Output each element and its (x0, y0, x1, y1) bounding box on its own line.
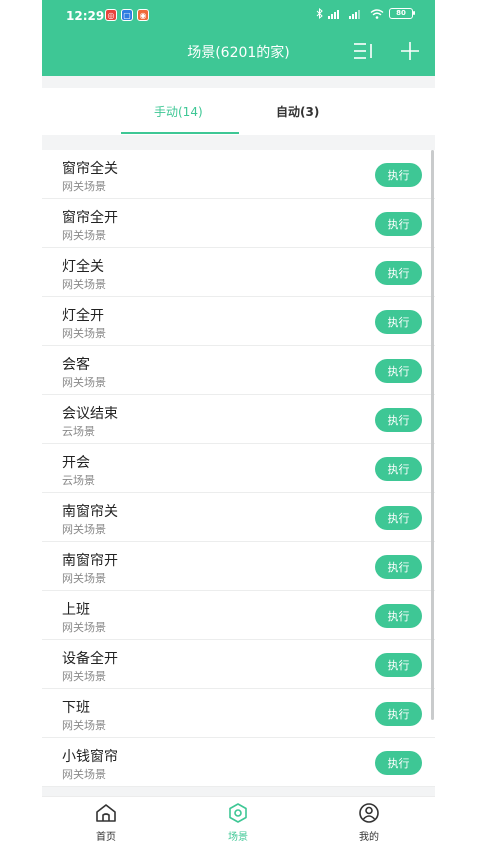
scene-row[interactable]: 灯全关网关场景 执行 (42, 248, 435, 297)
execute-button[interactable]: 执行 (375, 310, 422, 334)
execute-button[interactable]: 执行 (375, 751, 422, 775)
scene-row[interactable]: 会客网关场景 执行 (42, 346, 435, 395)
page-title: 场景(6201的家) (187, 45, 290, 61)
scene-name: 小钱窗帘 (62, 749, 118, 765)
scene-row[interactable]: 下班网关场景 执行 (42, 689, 435, 738)
signal-icon (349, 9, 360, 19)
scene-type: 云场景 (62, 425, 95, 438)
battery-icon: 80 (389, 8, 415, 19)
scene-type: 网关场景 (62, 523, 106, 536)
nav-scene[interactable]: 场景 (208, 803, 268, 843)
scene-row[interactable]: 上班网关场景 执行 (42, 591, 435, 640)
scene-name: 南窗帘开 (62, 553, 118, 569)
nav-mine[interactable]: 我的 (339, 803, 399, 843)
execute-button[interactable]: 执行 (375, 212, 422, 236)
status-bar: 12:29 ◎ ▢ ◉ 80 (42, 0, 435, 32)
bottom-nav: 首页 场景 我的 (42, 796, 435, 850)
scene-list: 窗帘全关 网关场景 执行 窗帘全开 网关场景 执行 灯全关 网关场景 执行 灯全开 网关场景 执行 会客… (42, 150, 435, 787)
scene-type: 网关场景 (62, 670, 106, 683)
execute-button[interactable]: 执行 (375, 653, 422, 677)
scene-row[interactable]: 灯全开网关场景 执行 (42, 297, 435, 346)
nav-home-label: 首页 (96, 832, 116, 843)
scene-name: 开会 (62, 455, 90, 471)
scene-type: 网关场景 (62, 621, 106, 634)
notification-icons: ◎ ▢ ◉ (105, 9, 149, 21)
scene-name: 设备全开 (62, 651, 118, 667)
app-notification-icon: ▢ (121, 9, 133, 21)
nav-scene-label: 场景 (228, 832, 248, 843)
tab-bar: 手动(14) 自动(3) (42, 88, 435, 135)
home-icon (96, 804, 116, 822)
scene-row[interactable]: 南窗帘开网关场景 执行 (42, 542, 435, 591)
wifi-icon (370, 8, 384, 19)
scene-name: 下班 (62, 700, 90, 716)
scene-row[interactable]: 会议结束云场景 执行 (42, 395, 435, 444)
app-notification-icon: ◎ (105, 9, 117, 21)
scene-type: 网关场景 (62, 376, 106, 389)
execute-button[interactable]: 执行 (375, 359, 422, 383)
scene-row[interactable]: 小钱窗帘网关场景 执行 (42, 738, 435, 787)
tab-active-indicator (121, 132, 239, 134)
bluetooth-icon (316, 8, 323, 19)
execute-button[interactable]: 执行 (375, 163, 422, 187)
scene-type: 云场景 (62, 474, 95, 487)
add-icon[interactable] (400, 41, 420, 61)
execute-button[interactable]: 执行 (375, 261, 422, 285)
scene-name: 会议结束 (62, 406, 118, 422)
execute-button[interactable]: 执行 (375, 702, 422, 726)
signal-icon (328, 9, 339, 19)
scene-name: 会客 (62, 357, 90, 373)
execute-button[interactable]: 执行 (375, 408, 422, 432)
scene-type: 网关场景 (62, 278, 106, 291)
execute-button[interactable]: 执行 (375, 555, 422, 579)
scene-icon (229, 803, 247, 823)
app-screen: 12:29 ◎ ▢ ◉ 80 场景(6201的家) 手动(14) 自动(3) 窗… (42, 0, 435, 850)
scene-row[interactable]: 南窗帘关网关场景 执行 (42, 493, 435, 542)
scene-type: 网关场景 (62, 719, 106, 732)
execute-button[interactable]: 执行 (375, 604, 422, 628)
execute-button[interactable]: 执行 (375, 506, 422, 530)
scene-type: 网关场景 (62, 180, 106, 193)
scrollbar[interactable] (431, 150, 434, 720)
scene-name: 窗帘全关 (62, 161, 118, 177)
scene-type: 网关场景 (62, 327, 106, 340)
scene-row[interactable]: 窗帘全开网关场景 执行 (42, 199, 435, 248)
scene-row[interactable]: 设备全开网关场景 执行 (42, 640, 435, 689)
scene-type: 网关场景 (62, 229, 106, 242)
menu-icon[interactable] (353, 42, 373, 60)
scene-row[interactable]: 窗帘全关网关场景 执行 (42, 150, 435, 199)
tab-manual[interactable]: 手动(14) (154, 103, 203, 120)
nav-home[interactable]: 首页 (76, 803, 136, 843)
tab-auto[interactable]: 自动(3) (276, 103, 319, 120)
scene-name: 窗帘全开 (62, 210, 118, 226)
scene-name: 灯全关 (62, 259, 104, 275)
profile-icon (359, 803, 379, 823)
scene-name: 上班 (62, 602, 90, 618)
status-time: 12:29 (66, 9, 105, 23)
execute-button[interactable]: 执行 (375, 457, 422, 481)
system-icons: 80 (316, 8, 415, 19)
scene-type: 网关场景 (62, 572, 106, 585)
scene-name: 灯全开 (62, 308, 104, 324)
scene-row[interactable]: 开会云场景 执行 (42, 444, 435, 493)
nav-mine-label: 我的 (359, 832, 379, 843)
scene-type: 网关场景 (62, 768, 106, 781)
app-notification-icon: ◉ (137, 9, 149, 21)
scene-name: 南窗帘关 (62, 504, 118, 520)
header-bar: 12:29 ◎ ▢ ◉ 80 场景(6201的家) (42, 0, 435, 76)
